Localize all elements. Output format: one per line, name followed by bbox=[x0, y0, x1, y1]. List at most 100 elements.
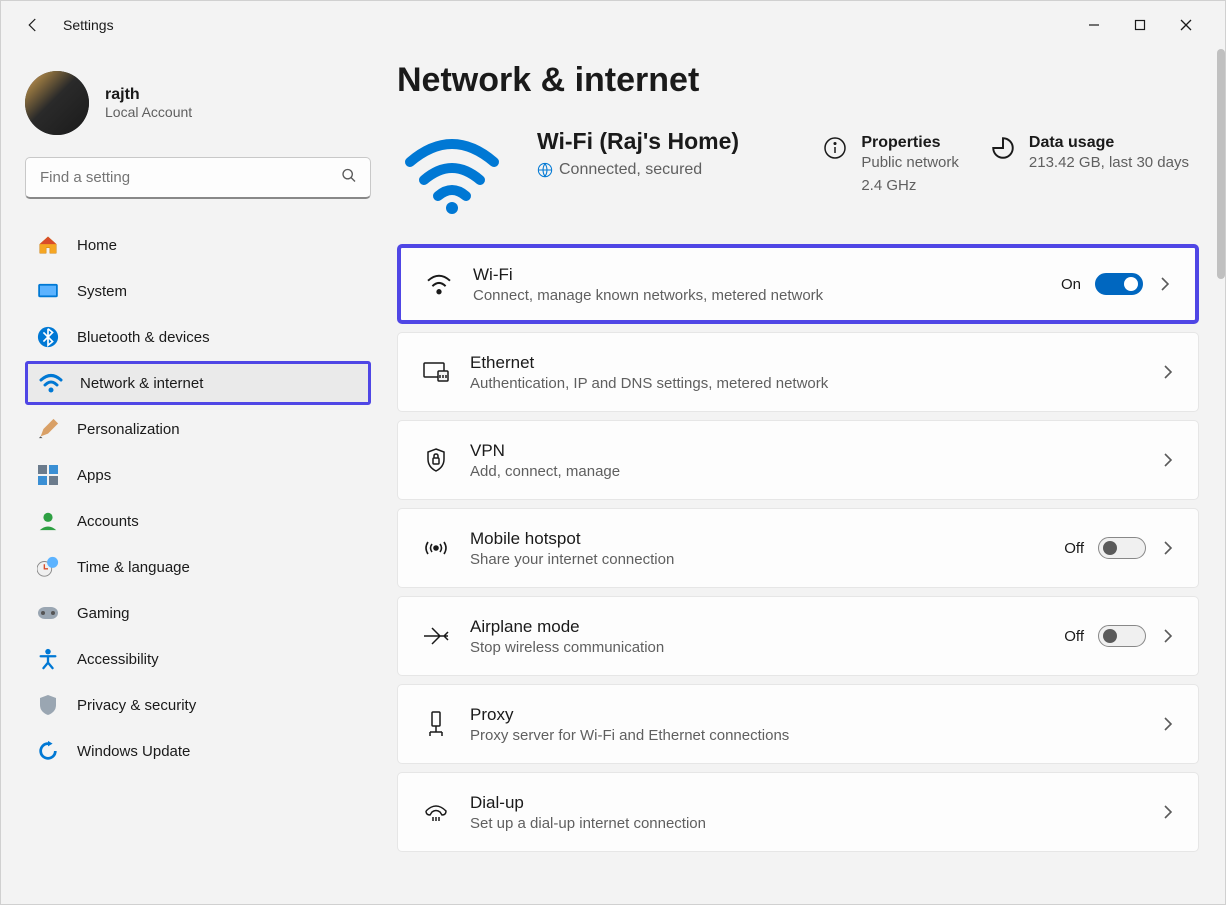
nav-item-label: Privacy & security bbox=[77, 697, 196, 714]
gaming-icon bbox=[35, 600, 61, 626]
nav-item-update[interactable]: Windows Update bbox=[25, 729, 371, 773]
content: Network & internet Wi-Fi (Raj's Home) Co… bbox=[391, 49, 1225, 904]
search-icon bbox=[341, 168, 357, 189]
chevron-right-icon bbox=[1160, 452, 1176, 468]
airplane-state-label: Off bbox=[1064, 628, 1084, 645]
user-type: Local Account bbox=[105, 104, 192, 120]
card-dialup[interactable]: Dial-up Set up a dial-up internet connec… bbox=[397, 772, 1199, 852]
data-usage-title: Data usage bbox=[1029, 134, 1189, 152]
nav-item-label: Windows Update bbox=[77, 743, 190, 760]
nav-item-accounts[interactable]: Accounts bbox=[25, 499, 371, 543]
nav-item-bluetooth[interactable]: Bluetooth & devices bbox=[25, 315, 371, 359]
nav-item-accessibility[interactable]: Accessibility bbox=[25, 637, 371, 681]
properties-block[interactable]: Properties Public network 2.4 GHz bbox=[821, 128, 959, 197]
wifi-toggle[interactable] bbox=[1095, 273, 1143, 295]
scrollbar[interactable] bbox=[1217, 49, 1225, 279]
titlebar: Settings bbox=[1, 1, 1225, 49]
maximize-button[interactable] bbox=[1117, 9, 1163, 41]
wifi-icon bbox=[423, 273, 455, 295]
card-sub: Authentication, IP and DNS settings, met… bbox=[470, 375, 1160, 392]
card-title: Airplane mode bbox=[470, 617, 1064, 637]
shield-icon bbox=[35, 692, 61, 718]
bluetooth-icon bbox=[35, 324, 61, 350]
card-wifi[interactable]: Wi-Fi Connect, manage known networks, me… bbox=[397, 244, 1199, 324]
nav-item-label: Personalization bbox=[77, 421, 180, 438]
settings-cards: Wi-Fi Connect, manage known networks, me… bbox=[397, 244, 1209, 852]
connection-name: Wi-Fi (Raj's Home) bbox=[537, 128, 791, 155]
card-sub: Proxy server for Wi-Fi and Ethernet conn… bbox=[470, 727, 1160, 744]
hotspot-toggle[interactable] bbox=[1098, 537, 1146, 559]
user-block[interactable]: rajth Local Account bbox=[25, 71, 371, 135]
nav-item-apps[interactable]: Apps bbox=[25, 453, 371, 497]
nav-item-privacy[interactable]: Privacy & security bbox=[25, 683, 371, 727]
chevron-right-icon bbox=[1157, 276, 1173, 292]
nav-item-label: Apps bbox=[77, 467, 111, 484]
card-sub: Share your internet connection bbox=[470, 551, 1064, 568]
chevron-right-icon bbox=[1160, 540, 1176, 556]
nav-item-system[interactable]: System bbox=[25, 269, 371, 313]
app-title: Settings bbox=[63, 17, 114, 33]
chevron-right-icon bbox=[1160, 628, 1176, 644]
close-button[interactable] bbox=[1163, 9, 1209, 41]
status-row: Wi-Fi (Raj's Home) Connected, secured Pr… bbox=[397, 128, 1209, 214]
close-icon bbox=[1180, 19, 1192, 31]
page-title: Network & internet bbox=[397, 61, 1209, 100]
properties-sub2: 2.4 GHz bbox=[861, 175, 959, 198]
ethernet-icon bbox=[420, 361, 452, 383]
nav-item-time[interactable]: Time & language bbox=[25, 545, 371, 589]
nav-item-label: Gaming bbox=[77, 605, 130, 622]
card-title: VPN bbox=[470, 441, 1160, 461]
data-usage-block[interactable]: Data usage 213.42 GB, last 30 days bbox=[989, 128, 1189, 175]
hotspot-icon bbox=[420, 537, 452, 559]
connection-info[interactable]: Wi-Fi (Raj's Home) Connected, secured bbox=[537, 128, 791, 179]
nav-item-label: Network & internet bbox=[80, 375, 203, 392]
nav-item-gaming[interactable]: Gaming bbox=[25, 591, 371, 635]
card-hotspot[interactable]: Mobile hotspot Share your internet conne… bbox=[397, 508, 1199, 588]
chevron-right-icon bbox=[1160, 716, 1176, 732]
card-sub: Add, connect, manage bbox=[470, 463, 1160, 480]
card-sub: Stop wireless communication bbox=[470, 639, 1064, 656]
vpn-icon bbox=[420, 447, 452, 473]
card-proxy[interactable]: Proxy Proxy server for Wi-Fi and Etherne… bbox=[397, 684, 1199, 764]
nav-item-personalization[interactable]: Personalization bbox=[25, 407, 371, 451]
back-button[interactable] bbox=[17, 9, 49, 41]
connection-status: Connected, secured bbox=[537, 161, 791, 179]
chevron-right-icon bbox=[1160, 364, 1176, 380]
airplane-icon bbox=[420, 624, 452, 648]
minimize-button[interactable] bbox=[1071, 9, 1117, 41]
card-vpn[interactable]: VPN Add, connect, manage bbox=[397, 420, 1199, 500]
search-input[interactable] bbox=[25, 157, 371, 199]
properties-title: Properties bbox=[861, 134, 959, 152]
wifi-large-icon bbox=[397, 128, 507, 214]
nav-item-label: System bbox=[77, 283, 127, 300]
card-title: Dial-up bbox=[470, 793, 1160, 813]
card-sub: Set up a dial-up internet connection bbox=[470, 815, 1160, 832]
nav-item-network[interactable]: Network & internet bbox=[25, 361, 371, 405]
nav-item-home[interactable]: Home bbox=[25, 223, 371, 267]
chevron-right-icon bbox=[1160, 804, 1176, 820]
avatar bbox=[25, 71, 89, 135]
card-ethernet[interactable]: Ethernet Authentication, IP and DNS sett… bbox=[397, 332, 1199, 412]
airplane-toggle[interactable] bbox=[1098, 625, 1146, 647]
card-title: Wi-Fi bbox=[473, 265, 1061, 285]
card-title: Ethernet bbox=[470, 353, 1160, 373]
card-title: Mobile hotspot bbox=[470, 529, 1064, 549]
info-icon bbox=[821, 134, 849, 162]
dialup-icon bbox=[420, 801, 452, 823]
back-arrow-icon bbox=[24, 16, 42, 34]
home-icon bbox=[35, 232, 61, 258]
accounts-icon bbox=[35, 508, 61, 534]
accessibility-icon bbox=[35, 646, 61, 672]
nav-list: Home System Bluetooth & devices Network … bbox=[25, 223, 371, 773]
system-icon bbox=[35, 278, 61, 304]
wifi-icon bbox=[38, 370, 64, 396]
nav-item-label: Accessibility bbox=[77, 651, 159, 668]
nav-item-label: Home bbox=[77, 237, 117, 254]
sidebar: rajth Local Account Home System bbox=[1, 49, 391, 904]
nav-item-label: Time & language bbox=[77, 559, 190, 576]
maximize-icon bbox=[1134, 19, 1146, 31]
proxy-icon bbox=[420, 710, 452, 738]
globe-icon bbox=[537, 162, 553, 178]
search-box bbox=[25, 157, 371, 199]
card-airplane[interactable]: Airplane mode Stop wireless communicatio… bbox=[397, 596, 1199, 676]
